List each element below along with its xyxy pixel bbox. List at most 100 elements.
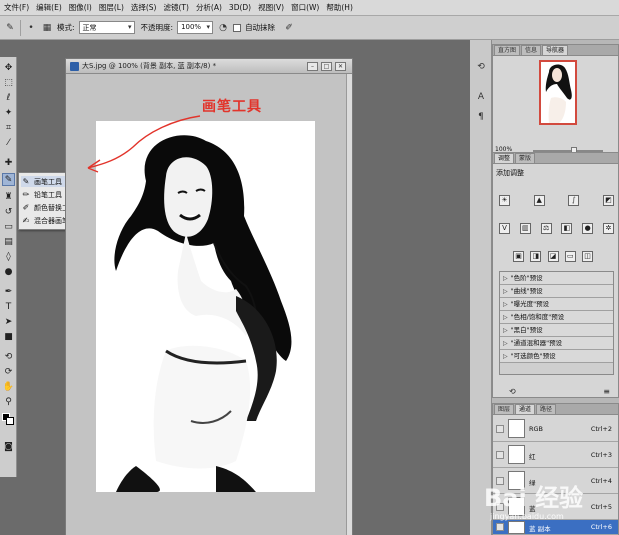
tab-info[interactable]: 信息 — [521, 45, 542, 55]
channel-mixer-icon[interactable]: ✲ — [602, 223, 614, 234]
adjustment-icons-row-3: ▣ ◨ ◪ ▭ ◫ — [513, 251, 593, 262]
clip-icon[interactable]: ⟲ — [509, 387, 516, 396]
menu-help[interactable]: 帮助(H) — [326, 2, 353, 13]
expand-triangle-icon: ▷ — [503, 288, 508, 295]
expand-triangle-icon: ▷ — [503, 301, 508, 308]
levels-icon[interactable]: ▲ — [533, 195, 545, 206]
photo-filter-icon[interactable]: ● — [582, 223, 594, 234]
selective-color-icon[interactable]: ◫ — [582, 251, 593, 262]
eyedropper-tool-icon[interactable]: ⁄ — [2, 136, 15, 149]
preset-item[interactable]: ▷ "色阶"预设 — [500, 272, 613, 285]
navigator-tabs: 直方图 信息 导航器 — [493, 45, 618, 56]
annotation-label: 画笔工具 — [202, 99, 262, 115]
3d-orbit-tool-icon[interactable]: ⟳ — [2, 365, 15, 378]
tab-navigator[interactable]: 导航器 — [542, 45, 569, 55]
preset-item[interactable]: ▷ "曝光度"预设 — [500, 298, 613, 311]
menu-edit[interactable]: 编辑(E) — [36, 2, 62, 13]
menu-image[interactable]: 图像(I) — [69, 2, 92, 13]
hand-tool-icon[interactable]: ✋ — [2, 380, 15, 393]
preset-item[interactable]: ▷ "黑白"预设 — [500, 324, 613, 337]
pressure-icon[interactable]: ◔ — [217, 22, 229, 34]
quick-mask-icon[interactable]: ◙ — [2, 440, 15, 453]
black-white-icon[interactable]: ◧ — [561, 223, 573, 234]
minimize-button[interactable]: – — [307, 62, 318, 71]
lasso-tool-icon[interactable]: ℓ — [2, 91, 15, 104]
history-brush-tool-icon[interactable]: ↺ — [2, 205, 15, 218]
hue-saturation-icon[interactable]: ▥ — [519, 223, 531, 234]
document-title: 大S.jpg @ 100% (背景 副本, 蓝 副本/8) * — [82, 62, 217, 70]
brightness-icon[interactable]: ☀ — [499, 195, 510, 206]
invert-icon[interactable]: ▣ — [513, 251, 524, 262]
menu-3d[interactable]: 3D(D) — [229, 3, 251, 12]
preset-item[interactable]: ▷ "通道混和器"预设 — [500, 337, 613, 350]
collapsed-panel-strip: ⟲ A ¶ — [470, 40, 492, 535]
menu-filter[interactable]: 滤镜(T) — [164, 2, 189, 13]
menu-analysis[interactable]: 分析(A) — [196, 2, 222, 13]
healing-brush-tool-icon[interactable]: ✚ — [2, 156, 15, 169]
visibility-toggle[interactable] — [496, 451, 504, 459]
preset-item[interactable]: ▷ "色相/饱和度"预设 — [500, 311, 613, 324]
brush-tool-icon[interactable]: ✎ — [2, 173, 15, 186]
mixer-brush-icon: ✍ — [22, 216, 30, 225]
panel-options-icon[interactable]: ≡ — [603, 387, 610, 396]
exposure-icon[interactable]: ◩ — [602, 195, 614, 206]
3d-rotate-tool-icon[interactable]: ⟲ — [2, 350, 15, 363]
document-title-bar[interactable]: 大S.jpg @ 100% (背景 副本, 蓝 副本/8) * – □ ✕ — [66, 59, 352, 74]
channel-row-rgb[interactable]: RGB Ctrl+2 — [493, 416, 618, 442]
preset-item[interactable]: ▷ "曲线"预设 — [500, 285, 613, 298]
brush-panel-icon[interactable]: ▦ — [41, 22, 53, 34]
tab-histogram[interactable]: 直方图 — [494, 45, 521, 55]
mode-select[interactable]: 正常 — [78, 21, 135, 34]
flyout-item-label: 画笔工具 — [34, 177, 62, 186]
pen-tool-icon[interactable]: ✒ — [2, 285, 15, 298]
preset-item[interactable]: ▷ "可选颜色"预设 — [500, 350, 613, 363]
navigator-thumbnail[interactable] — [539, 60, 577, 125]
auto-erase-checkbox[interactable] — [233, 23, 242, 32]
posterize-icon[interactable]: ◨ — [530, 251, 542, 262]
tab-layers[interactable]: 图层 — [494, 404, 515, 414]
dodge-tool-icon[interactable]: ● — [2, 265, 15, 278]
brush-icon: ✎ — [22, 177, 30, 186]
tab-paths[interactable]: 路径 — [536, 404, 557, 414]
character-panel-icon[interactable]: A — [474, 92, 488, 106]
preset-label: "曝光度"预设 — [510, 300, 550, 308]
paragraph-panel-icon[interactable]: ¶ — [474, 112, 488, 126]
color-balance-icon[interactable]: ⚖ — [540, 223, 552, 234]
gradient-map-icon[interactable]: ▭ — [564, 251, 576, 262]
move-tool-icon[interactable]: ✥ — [2, 61, 15, 74]
tablet-pressure-icon[interactable]: ✐ — [283, 22, 295, 34]
path-select-tool-icon[interactable]: ➤ — [2, 315, 15, 328]
channel-row-red[interactable]: 红 Ctrl+3 — [493, 442, 618, 468]
threshold-icon[interactable]: ◪ — [547, 251, 559, 262]
curves-icon[interactable]: ∫ — [568, 195, 580, 206]
zoom-tool-icon[interactable]: ⚲ — [2, 395, 15, 408]
blur-tool-icon[interactable]: ◊ — [2, 250, 15, 263]
history-panel-icon[interactable]: ⟲ — [474, 62, 488, 76]
crop-tool-icon[interactable]: ⌗ — [2, 121, 15, 134]
close-button[interactable]: ✕ — [335, 62, 346, 71]
maximize-button[interactable]: □ — [321, 62, 332, 71]
clone-stamp-tool-icon[interactable]: ♜ — [2, 190, 15, 203]
menu-file[interactable]: 文件(F) — [4, 2, 29, 13]
opacity-input[interactable]: 100% — [177, 21, 214, 34]
color-swatch-icon[interactable] — [2, 413, 15, 426]
tab-adjustments[interactable]: 调整 — [494, 153, 515, 163]
menu-view[interactable]: 视图(V) — [258, 2, 284, 13]
tab-channels[interactable]: 通道 — [515, 404, 536, 414]
gradient-tool-icon[interactable]: ▤ — [2, 235, 15, 248]
eraser-tool-icon[interactable]: ▭ — [2, 220, 15, 233]
vibrance-icon[interactable]: V — [499, 223, 510, 234]
vertical-scrollbar[interactable] — [346, 74, 352, 535]
marquee-tool-icon[interactable]: ⬚ — [2, 76, 15, 89]
preset-label: "色相/饱和度"预设 — [510, 313, 565, 321]
brush-preset-icon[interactable]: ✎ — [4, 22, 16, 34]
shape-tool-icon[interactable]: ■ — [2, 330, 15, 343]
type-tool-icon[interactable]: T — [2, 300, 15, 313]
menu-layer[interactable]: 图层(L) — [99, 2, 124, 13]
visibility-toggle[interactable] — [496, 425, 504, 433]
menu-select[interactable]: 选择(S) — [131, 2, 157, 13]
menu-window[interactable]: 窗口(W) — [291, 2, 319, 13]
quick-select-tool-icon[interactable]: ✦ — [2, 106, 15, 119]
brush-size-icon[interactable]: • — [25, 22, 37, 34]
tab-masks[interactable]: 蒙版 — [515, 153, 536, 163]
